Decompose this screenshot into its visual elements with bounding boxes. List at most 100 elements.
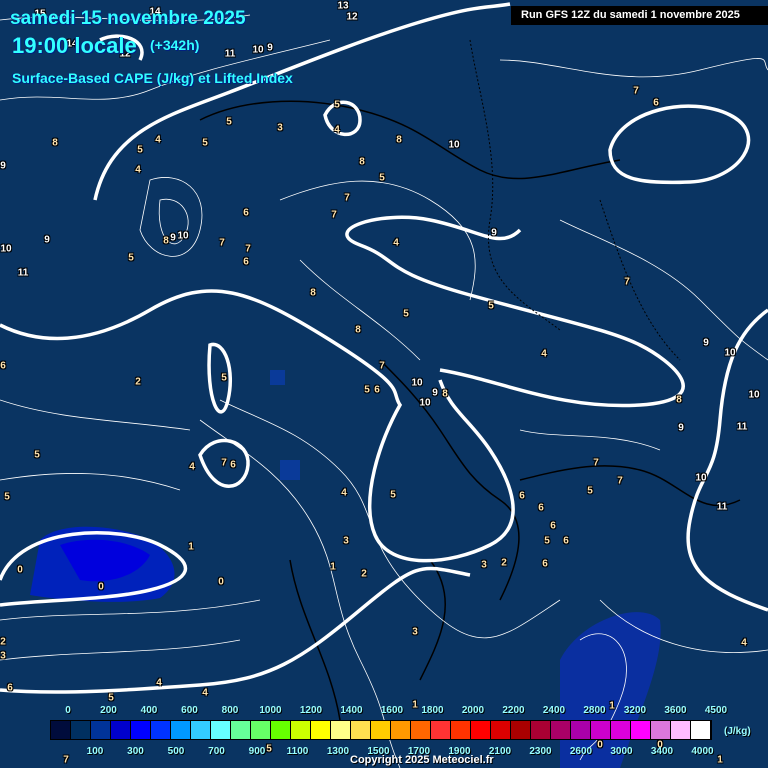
lifted-index-label: 6 bbox=[374, 384, 380, 396]
lifted-index-label: 4 bbox=[155, 134, 161, 146]
scale-label-bottom: 2300 bbox=[529, 746, 552, 757]
lifted-index-label: 7 bbox=[379, 360, 385, 372]
lifted-index-label: 9 bbox=[678, 422, 684, 434]
lifted-index-label: 11 bbox=[224, 48, 236, 60]
scale-cell bbox=[91, 721, 111, 739]
lifted-index-label: 5 bbox=[488, 300, 494, 312]
lifted-index-label: 5 bbox=[226, 116, 232, 128]
scale-label-top: 3600 bbox=[664, 705, 687, 716]
scale-label-bottom: 100 bbox=[86, 746, 104, 757]
scale-label-bottom: 4000 bbox=[691, 746, 714, 757]
lifted-index-label: 4 bbox=[341, 487, 347, 499]
scale-cell bbox=[471, 721, 491, 739]
lifted-index-label: 4 bbox=[156, 677, 162, 689]
scale-cell bbox=[431, 721, 451, 739]
lifted-index-label: 5 bbox=[202, 137, 208, 149]
lifted-index-label: 10 bbox=[252, 44, 264, 56]
lifted-index-label: 4 bbox=[135, 164, 141, 176]
lifted-index-label: 5 bbox=[364, 384, 370, 396]
lifted-index-label: 11 bbox=[716, 501, 728, 513]
lifted-index-label: 0 bbox=[218, 576, 224, 588]
lifted-index-label: 10 bbox=[411, 377, 423, 389]
lifted-index-label: 9 bbox=[432, 387, 438, 399]
lifted-index-label: 6 bbox=[243, 256, 249, 268]
scale-label-top: 800 bbox=[221, 705, 239, 716]
scale-label-bottom: 3400 bbox=[650, 746, 674, 757]
lifted-index-label: 8 bbox=[163, 235, 169, 247]
lifted-index-label: 5 bbox=[379, 172, 385, 184]
scale-label-top: 1800 bbox=[421, 705, 444, 716]
lifted-index-label: 10 bbox=[748, 389, 760, 401]
cape-area-southeast bbox=[560, 612, 661, 768]
scale-label-top: 1200 bbox=[299, 705, 323, 716]
scale-label-bottom: 1100 bbox=[286, 746, 309, 757]
scale-cell bbox=[631, 721, 651, 739]
lifted-index-label: 4 bbox=[189, 461, 195, 473]
scale-label-bottom: 300 bbox=[127, 746, 144, 757]
scale-label-bottom: 2600 bbox=[569, 746, 593, 757]
lifted-index-label: 3 bbox=[412, 626, 418, 638]
lifted-index-label: 7 bbox=[63, 754, 69, 766]
lifted-index-label: 6 bbox=[519, 490, 525, 502]
lifted-index-label: 9 bbox=[267, 42, 273, 54]
lifted-index-label: 7 bbox=[245, 243, 251, 255]
lifted-index-label: 8 bbox=[52, 137, 58, 149]
scale-cell bbox=[291, 721, 311, 739]
lifted-index-label: 8 bbox=[355, 324, 361, 336]
scale-cell bbox=[371, 721, 391, 739]
forecast-lead-time: (+342h) bbox=[150, 37, 200, 53]
scale-cell bbox=[51, 721, 71, 739]
lifted-index-label: 11 bbox=[736, 421, 748, 433]
lifted-index-label: 6 bbox=[243, 207, 249, 219]
lifted-index-label: 1 bbox=[609, 700, 615, 712]
lifted-index-label: 11 bbox=[17, 267, 29, 279]
lifted-index-label: 4 bbox=[741, 637, 747, 649]
scale-cell bbox=[271, 721, 291, 739]
lifted-index-label: 5 bbox=[544, 535, 550, 547]
scale-cell bbox=[151, 721, 171, 739]
lifted-index-label: 10 bbox=[695, 472, 707, 484]
lifted-index-label: 6 bbox=[230, 459, 236, 471]
lifted-index-label: 1 bbox=[188, 541, 194, 553]
scale-cell bbox=[611, 721, 631, 739]
run-info: Run GFS 12Z du samedi 1 novembre 2025 bbox=[511, 6, 768, 25]
lifted-index-label: 2 bbox=[135, 376, 141, 388]
lifted-index-label: 1 bbox=[717, 754, 723, 766]
lifted-index-label: 2 bbox=[361, 568, 367, 580]
scale-cell bbox=[171, 721, 191, 739]
lifted-index-label: 3 bbox=[343, 535, 349, 547]
lifted-index-label: 3 bbox=[0, 650, 6, 662]
scale-cell bbox=[211, 721, 231, 739]
map-layer bbox=[0, 2, 768, 768]
scale-cell bbox=[331, 721, 351, 739]
scale-cell bbox=[531, 721, 551, 739]
scale-cell bbox=[551, 721, 571, 739]
scale-cell bbox=[351, 721, 371, 739]
scale-label-bottom: 900 bbox=[248, 746, 266, 757]
lifted-index-label: 10 bbox=[0, 243, 12, 255]
lifted-index-label: 0 bbox=[17, 564, 23, 576]
scale-cell bbox=[411, 721, 431, 739]
scale-cell bbox=[111, 721, 131, 739]
scale-cell bbox=[231, 721, 251, 739]
cape-color-scale bbox=[50, 720, 712, 740]
lifted-index-label: 5 bbox=[34, 449, 40, 461]
lifted-index-label: 6 bbox=[7, 682, 13, 694]
lifted-index-label: 5 bbox=[403, 308, 409, 320]
scale-label-bottom: 3000 bbox=[610, 746, 633, 757]
lifted-index-label: 3 bbox=[481, 559, 487, 571]
scale-cell bbox=[671, 721, 691, 739]
lifted-index-label: 7 bbox=[331, 209, 337, 221]
lifted-index-label: 6 bbox=[653, 97, 659, 109]
lifted-index-label: 3 bbox=[277, 122, 283, 134]
lifted-index-label: 6 bbox=[550, 520, 556, 532]
lifted-index-label: 10 bbox=[177, 230, 189, 242]
lifted-index-label: 13 bbox=[337, 0, 349, 12]
scale-cell bbox=[191, 721, 211, 739]
lifted-index-label: 4 bbox=[334, 124, 340, 136]
parameter-title: Surface-Based CAPE (J/kg) et Lifted Inde… bbox=[12, 70, 293, 86]
lifted-index-label: 9 bbox=[170, 232, 176, 244]
scale-cell bbox=[71, 721, 91, 739]
lifted-index-label: 10 bbox=[419, 397, 431, 409]
borders bbox=[469, 39, 681, 361]
